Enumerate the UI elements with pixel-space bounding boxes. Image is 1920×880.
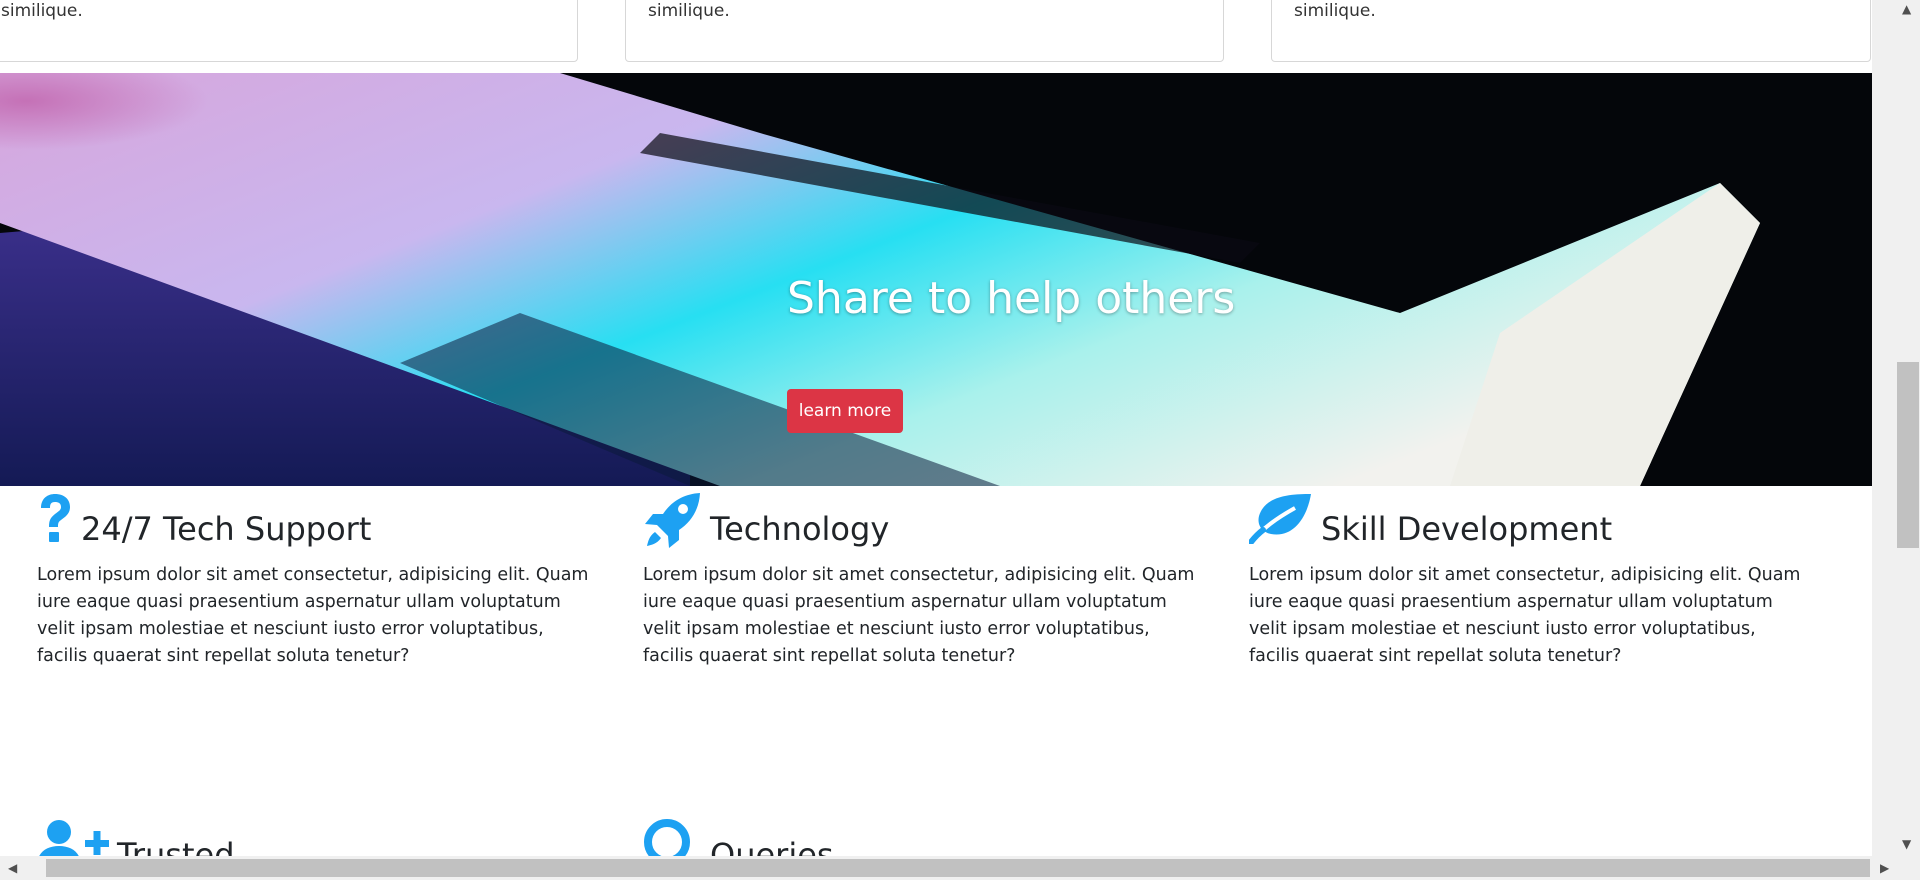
- vertical-scroll-thumb[interactable]: [1897, 362, 1919, 548]
- feature-title: Skill Development: [1321, 510, 1613, 548]
- hero-banner: Share to help others learn more: [0, 73, 1872, 486]
- feature-skill-development: Skill Development Lorem ipsum dolor sit …: [1249, 492, 1809, 666]
- learn-more-button[interactable]: learn more: [787, 389, 903, 433]
- feature-tech-support: 24/7 Tech Support Lorem ipsum dolor sit …: [37, 492, 597, 666]
- hero-title: Share to help others: [787, 273, 1236, 324]
- feature-title: Technology: [710, 510, 890, 548]
- card: similique.: [625, 0, 1224, 62]
- card-text: similique.: [1294, 1, 1376, 21]
- feature-trusted: Trusted: [37, 818, 597, 856]
- scroll-left-icon[interactable]: ◀: [8, 862, 17, 874]
- feature-title: Trusted: [117, 836, 235, 856]
- user-plus-icon: [39, 820, 109, 856]
- feature-queries: Queries: [643, 818, 1203, 856]
- card-text: similique.: [648, 1, 730, 21]
- card: similique.: [1271, 0, 1871, 62]
- scroll-right-icon[interactable]: ▶: [1880, 862, 1889, 874]
- leaf-icon: [1249, 494, 1311, 544]
- horizontal-scrollbar[interactable]: ◀ ▶: [0, 856, 1920, 880]
- feature-text: Lorem ipsum dolor sit amet consectetur, …: [643, 565, 1195, 666]
- feature-text: Lorem ipsum dolor sit amet consectetur, …: [1249, 565, 1801, 666]
- question-icon: [41, 494, 70, 542]
- vertical-scrollbar[interactable]: ▲ ▼: [1872, 0, 1920, 856]
- feature-text: Lorem ipsum dolor sit amet consectetur, …: [37, 565, 589, 666]
- search-icon: [644, 819, 690, 856]
- card-text: similique.: [1, 1, 83, 21]
- feature-title: 24/7 Tech Support: [81, 510, 372, 548]
- card: similique.: [0, 0, 578, 62]
- feature-title: Queries: [710, 836, 834, 856]
- feature-technology: Technology Lorem ipsum dolor sit amet co…: [643, 492, 1203, 666]
- page-viewport: similique. similique. similique. Share t…: [0, 0, 1872, 856]
- rocket-icon: [645, 493, 700, 548]
- horizontal-scroll-thumb[interactable]: [46, 859, 1870, 877]
- scroll-up-icon[interactable]: ▲: [1902, 3, 1911, 15]
- scroll-down-icon[interactable]: ▼: [1902, 838, 1911, 850]
